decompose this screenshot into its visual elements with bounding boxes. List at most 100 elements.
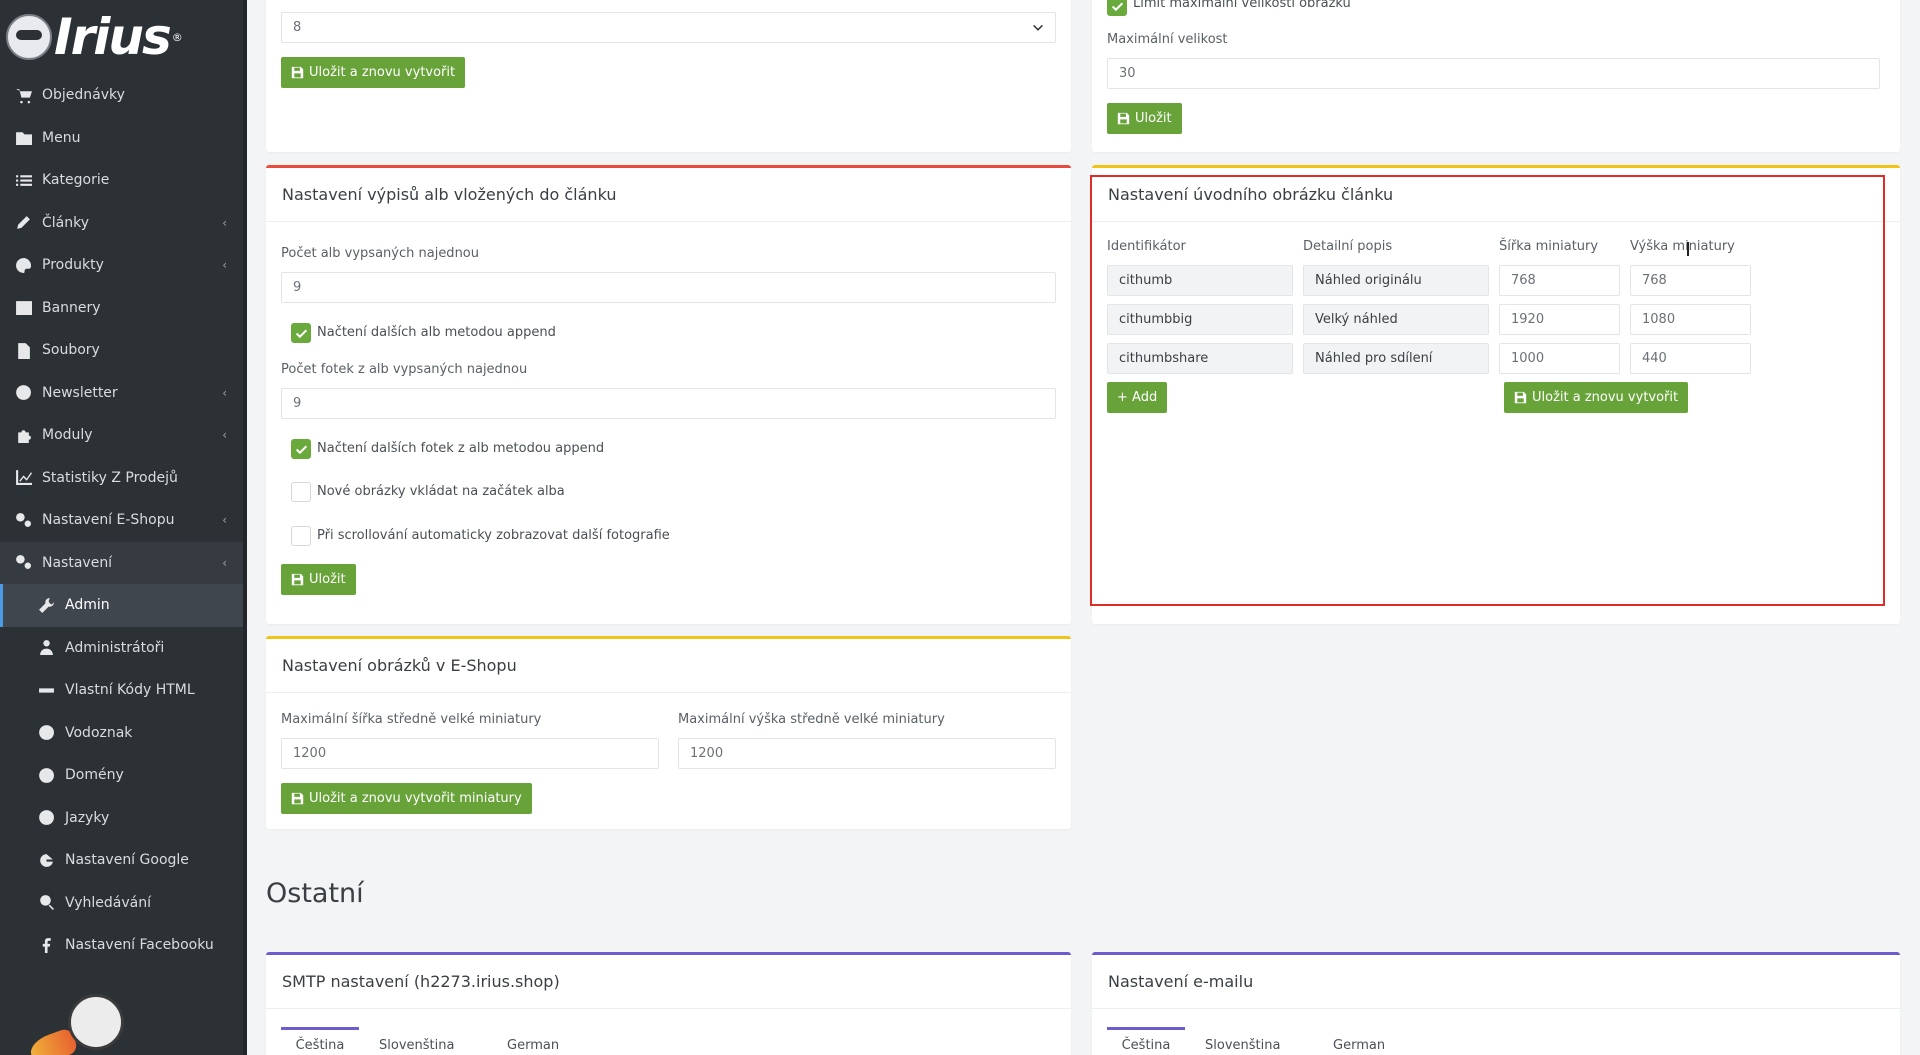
cogs-icon (13, 553, 33, 573)
sidebar-item-kategorie[interactable]: Kategorie (0, 159, 247, 202)
tab-slovak[interactable]: Slovenština (379, 1038, 454, 1053)
check-icon (1111, 2, 1123, 11)
sidebar-item-label: Nastavení E-Shopu (42, 512, 175, 529)
tab-german[interactable]: German (507, 1038, 559, 1053)
photo-count-input[interactable]: 9 (281, 388, 1056, 419)
tab-czech[interactable]: Čeština (281, 1027, 359, 1053)
sidebar-item-label: Administrátoři (65, 639, 165, 656)
sidebar-item-label: Nastavení (42, 554, 113, 571)
cogs-icon (13, 510, 33, 530)
puzzle-icon (13, 425, 33, 445)
limit-size-checkbox[interactable] (1107, 0, 1127, 16)
autoload-checkbox[interactable] (291, 526, 311, 546)
check-icon (295, 445, 307, 454)
albums-save-button[interactable]: Uložit (281, 564, 356, 595)
eshop-save-regen-button[interactable]: Uložit a znovu vytvořit miniatury (281, 783, 532, 814)
album-count-input[interactable]: 9 (281, 272, 1056, 303)
sidebar-item-label: Vodoznak (65, 724, 133, 741)
chevron-down-icon (1033, 24, 1043, 31)
chevron-left-icon: ‹ (222, 258, 227, 272)
card-top-left: 8 Uložit a znovu vytvořit (266, 0, 1071, 152)
chevron-left-icon: ‹ (222, 385, 227, 400)
sidebar-item-label: Bannery (42, 299, 101, 316)
max-width-input[interactable]: 1200 (281, 738, 659, 769)
language-icon (36, 808, 56, 828)
sidebar-item-moduly[interactable]: Moduly ‹ (0, 414, 247, 457)
save-label: Uložit (1135, 111, 1172, 126)
sidebar-item-label: Menu (42, 129, 81, 146)
tab-german[interactable]: German (1333, 1038, 1385, 1053)
image-icon (13, 298, 33, 318)
chart-icon (13, 468, 33, 488)
photo-count-value: 9 (293, 396, 302, 411)
sidebar-item-soubory[interactable]: Soubory (0, 329, 247, 372)
sidebar-item-vlastn-k-dy-html[interactable]: Vlastní Kódy HTML (0, 669, 247, 712)
palette-icon (13, 255, 33, 275)
mascot-logo-icon (6, 14, 52, 60)
sidebar-item-label: Jazyky (65, 809, 110, 826)
mascot-head-icon (68, 994, 124, 1050)
eshop-title: Nastavení obrázků v E-Shopu (266, 639, 1071, 693)
tab-slovak[interactable]: Slovenština (1205, 1038, 1280, 1053)
sidebar-item-dom-ny[interactable]: Domény (0, 754, 247, 797)
new-at-start-label: Nové obrázky vkládat na začátek alba (317, 484, 565, 499)
limit-size-label: Limit maximální velikosti obrázku (1133, 0, 1351, 11)
brand-name: Irius (54, 8, 172, 66)
logo[interactable]: Irius ® (0, 0, 247, 74)
search-icon (36, 893, 56, 913)
max-size-value: 30 (1119, 66, 1136, 81)
albums-save-label: Uložit (309, 572, 346, 587)
card-eshop-images: Nastavení obrázků v E-Shopu Maximální ší… (266, 636, 1071, 829)
max-size-input[interactable]: 30 (1107, 58, 1880, 89)
sidebar-item-produkty[interactable]: Produkty ‹ (0, 244, 247, 287)
sidebar-item-nastaven-e-shopu[interactable]: Nastavení E-Shopu ‹ (0, 499, 247, 542)
sidebar-item-administr-to-i[interactable]: Administrátoři (0, 627, 247, 670)
card-albums: Nastavení výpisů alb vložených do článku… (266, 165, 1071, 624)
save-icon (291, 573, 304, 586)
sidebar: Irius ® Objednávky Menu Kategorie Články ‹ Pr… (0, 0, 247, 1055)
save-button[interactable]: Uložit (1107, 103, 1182, 134)
tab-czech[interactable]: Čeština (1107, 1027, 1185, 1053)
sidebar-item-nastaven-facebooku[interactable]: Nastavení Facebooku (0, 924, 247, 967)
append-albums-checkbox[interactable] (291, 323, 311, 343)
sidebar-item-objedn-vky[interactable]: Objednávky (0, 74, 247, 117)
chevron-left-icon: ‹ (222, 555, 227, 570)
sidebar-item-jazyky[interactable]: Jazyky (0, 797, 247, 840)
max-width-value: 1200 (293, 746, 327, 761)
append-photos-checkbox[interactable] (291, 439, 311, 459)
save-regen-button[interactable]: Uložit a znovu vytvořit (281, 57, 466, 88)
card-email: Nastavení e-mailu Čeština Slovenština Ge… (1092, 952, 1900, 1055)
sidebar-item--l-nky[interactable]: Články ‹ (0, 202, 247, 245)
album-count-value: 9 (293, 280, 302, 295)
section-heading-other: Ostatní (266, 878, 364, 909)
sidebar-item-statistiky-z-prodej-[interactable]: Statistiky Z Prodejů (0, 457, 247, 500)
album-count-label: Počet alb vypsaných najednou (281, 246, 479, 261)
card-smtp: SMTP nastavení (h2273.irius.shop) Češtin… (266, 952, 1071, 1055)
max-height-input[interactable]: 1200 (678, 738, 1056, 769)
new-at-start-checkbox[interactable] (291, 482, 311, 502)
sidebar-item-label: Vlastní Kódy HTML (65, 682, 195, 699)
sidebar-nav: Objednávky Menu Kategorie Články ‹ Produkty ‹ B… (0, 74, 247, 967)
copyright-icon (36, 723, 56, 743)
user-icon (36, 638, 56, 658)
sidebar-item-admin[interactable]: Admin (0, 584, 247, 627)
thumb-count-select-value: 8 (293, 20, 302, 35)
sidebar-item-nastaven-google[interactable]: Nastavení Google (0, 839, 247, 882)
folder-icon (13, 128, 33, 148)
sidebar-item-nastaven-[interactable]: Nastavení ‹ (0, 541, 247, 584)
thumb-count-select[interactable]: 8 (281, 12, 1056, 43)
sidebar-item-vodoznak[interactable]: Vodoznak (0, 712, 247, 755)
sidebar-item-menu[interactable]: Menu (0, 117, 247, 160)
google-icon (36, 850, 56, 870)
highlight-box (1090, 175, 1885, 606)
pencil-icon (13, 213, 33, 233)
list-icon (13, 170, 33, 190)
max-height-value: 1200 (690, 746, 724, 761)
sidebar-item-newsletter[interactable]: Newsletter ‹ (0, 372, 247, 415)
smtp-title: SMTP nastavení (h2273.irius.shop) (266, 955, 1071, 1009)
sidebar-item-bannery[interactable]: Bannery (0, 287, 247, 330)
email-title: Nastavení e-mailu (1092, 955, 1900, 1009)
sidebar-item-label: Objednávky (42, 87, 125, 104)
max-width-label: Maximální šířka středně velké miniatury (281, 712, 542, 727)
sidebar-item-vyhled-v-n-[interactable]: Vyhledávání (0, 882, 247, 925)
